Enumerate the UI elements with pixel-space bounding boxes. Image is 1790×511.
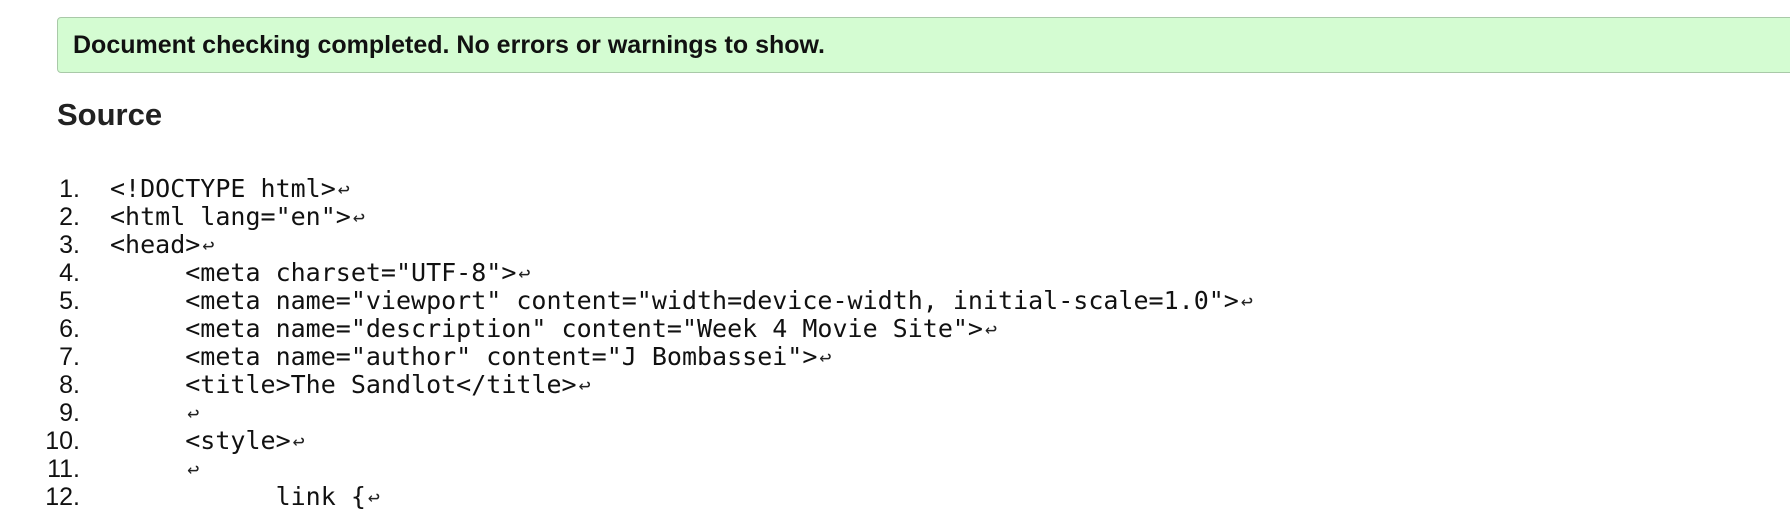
- source-line: 10. <style> ↩: [0, 426, 1253, 456]
- source-line: 11. ↩: [0, 455, 1253, 483]
- line-code: <head>: [110, 230, 201, 259]
- line-code: <meta charset="UTF-8">: [110, 258, 517, 287]
- line-break-icon: ↩: [337, 177, 350, 201]
- source-heading: Source: [57, 97, 163, 132]
- line-code: link {: [110, 482, 366, 511]
- source-code-list: 1. <!DOCTYPE html> ↩ 2. <html lang="en"> ↩ 3. <…: [0, 175, 1253, 511]
- source-line: 3. <head> ↩: [0, 230, 1253, 260]
- line-number: 6.: [59, 315, 80, 343]
- line-number: 1.: [59, 175, 80, 203]
- line-number: 8.: [59, 371, 80, 399]
- line-number: 5.: [59, 287, 80, 315]
- line-break-icon: ↩: [367, 485, 380, 509]
- line-break-icon: ↩: [187, 457, 200, 481]
- success-message: Document checking completed. No errors o…: [73, 30, 825, 59]
- source-line: 4. <meta charset="UTF-8"> ↩: [0, 258, 1253, 288]
- source-line: 12. link {↩: [0, 483, 1253, 511]
- source-line: 5. <meta name="viewport" content="width=…: [0, 286, 1253, 316]
- line-code: <meta name="viewport" content="width=dev…: [110, 286, 1239, 315]
- line-code: <meta name="author" content="J Bombassei…: [110, 342, 818, 371]
- line-break-icon: ↩: [984, 317, 998, 341]
- line-break-icon: ↩: [819, 345, 832, 369]
- line-break-icon: ↩: [187, 401, 200, 425]
- line-code: <title>The Sandlot</title>: [110, 370, 577, 399]
- success-banner: Document checking completed. No errors o…: [57, 17, 1790, 73]
- line-number: 11.: [47, 455, 80, 483]
- source-line: 1. <!DOCTYPE html> ↩: [0, 174, 1253, 204]
- line-break-icon: ↩: [202, 233, 215, 257]
- source-line: 2. <html lang="en"> ↩: [0, 202, 1253, 232]
- source-line: 7. <meta name="author" content="J Bombas…: [0, 342, 1253, 372]
- line-number: 4.: [59, 259, 80, 287]
- line-code: <style>: [110, 426, 291, 455]
- line-break-icon: ↩: [518, 261, 531, 285]
- source-line: 9. ↩: [0, 399, 1253, 427]
- line-number: 10.: [45, 427, 80, 455]
- line-break-icon: ↩: [352, 205, 365, 229]
- line-break-icon: ↩: [578, 373, 591, 397]
- line-break-icon: ↩: [1240, 289, 1253, 313]
- line-number: 7.: [59, 343, 80, 371]
- source-line: 6. <meta name="description" content="Wee…: [0, 314, 1253, 344]
- line-number: 12.: [45, 483, 80, 511]
- line-number: 3.: [59, 231, 80, 259]
- line-code: <!DOCTYPE html>: [110, 174, 336, 203]
- line-break-icon: ↩: [292, 429, 305, 453]
- source-line: 8. <title>The Sandlot</title> ↩: [0, 370, 1253, 400]
- line-code: <html lang="en">: [110, 202, 351, 231]
- line-code: <meta name="description" content="Week 4…: [110, 314, 983, 343]
- line-number: 2.: [59, 203, 80, 231]
- line-number: 9.: [59, 399, 80, 427]
